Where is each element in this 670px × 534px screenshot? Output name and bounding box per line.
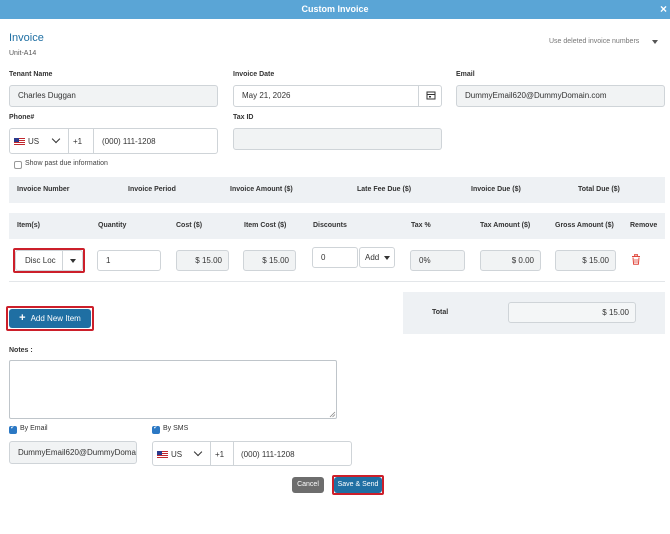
col-invoice-amount: Invoice Amount ($) xyxy=(230,186,293,193)
us-flag-icon xyxy=(157,451,168,458)
col-invoice-number: Invoice Number xyxy=(17,186,70,193)
invoice-heading: Invoice xyxy=(9,32,44,44)
use-deleted-invoice-numbers[interactable]: Use deleted invoice numbers xyxy=(549,38,639,45)
gross-amount-field: $ 15.00 xyxy=(555,250,616,271)
modal-titlebar: Custom Invoice × xyxy=(0,0,670,19)
by-email-label: By Email xyxy=(20,425,48,432)
discount-mode-select[interactable]: Add xyxy=(359,247,395,268)
items-table-header: Item(s) Quantity Cost ($) Item Cost ($) … xyxy=(9,213,665,239)
past-due-checkbox[interactable] xyxy=(14,161,22,169)
past-due-label: Show past due information xyxy=(25,160,108,167)
total-field: $ 15.00 xyxy=(508,302,636,323)
email-label: Email xyxy=(456,71,475,78)
invoice-date-label: Invoice Date xyxy=(233,71,275,78)
by-email-checkbox[interactable] xyxy=(9,423,17,434)
calendar-icon xyxy=(426,91,436,100)
sms-number[interactable]: (000) 111-1208 xyxy=(241,445,295,465)
sms-divider xyxy=(233,442,234,465)
col-quantity: Quantity xyxy=(98,222,127,229)
sms-code: +1 xyxy=(215,450,225,459)
email-field[interactable]: DummyEmail620@DummyDomain.com xyxy=(456,85,665,107)
tax-id-field[interactable] xyxy=(233,128,442,150)
by-sms-label: By SMS xyxy=(163,425,189,432)
tenant-name-label: Tenant Name xyxy=(9,71,53,78)
discount-field[interactable]: 0 xyxy=(312,247,358,268)
send-email-field[interactable]: DummyEmail620@DummyDomain.com xyxy=(9,441,137,464)
col-invoice-due: Invoice Due ($) xyxy=(471,186,521,193)
col-late-fee: Late Fee Due ($) xyxy=(357,186,412,193)
resize-handle-icon[interactable] xyxy=(329,411,336,418)
quantity-field[interactable]: 1 xyxy=(97,250,161,271)
item-select-value: Disc Loc xyxy=(25,256,56,265)
notes-label: Notes : xyxy=(9,347,33,354)
item-select[interactable]: Disc Loc xyxy=(15,250,83,271)
add-new-item-label: Add New Item xyxy=(30,314,81,323)
total-label: Total xyxy=(432,309,449,316)
chevron-down-icon[interactable] xyxy=(193,447,203,457)
sms-divider xyxy=(210,442,211,465)
tax-id-label: Tax ID xyxy=(233,114,254,121)
col-item-cost: Item Cost ($) xyxy=(244,222,287,229)
col-gross-amount: Gross Amount ($) xyxy=(555,222,614,229)
add-new-item-button[interactable]: + Add New Item xyxy=(9,309,91,328)
col-total-due: Total Due ($) xyxy=(578,186,620,193)
phone-divider xyxy=(68,129,69,153)
summary-table-header: Invoice Number Invoice Period Invoice Am… xyxy=(9,177,665,203)
unit-label: Unit-A14 xyxy=(9,50,37,57)
phone-field[interactable]: US +1 (000) 111-1208 xyxy=(9,128,218,154)
col-invoice-period: Invoice Period xyxy=(128,186,176,193)
close-icon[interactable]: × xyxy=(660,2,667,16)
phone-number[interactable]: (000) 111-1208 xyxy=(102,132,156,152)
col-remove: Remove xyxy=(630,222,658,229)
col-tax-amount: Tax Amount ($) xyxy=(480,222,531,229)
caret-down-icon[interactable] xyxy=(70,259,76,263)
col-cost: Cost ($) xyxy=(176,222,203,229)
invoice-date-field[interactable]: May 21, 2026 xyxy=(233,85,419,107)
us-flag-icon xyxy=(14,138,25,145)
plus-icon: + xyxy=(19,312,26,324)
tax-amount-field: $ 0.00 xyxy=(480,250,541,271)
col-tax-pct: Tax % xyxy=(411,222,431,229)
phone-divider xyxy=(93,129,94,153)
modal-title: Custom Invoice xyxy=(301,4,369,14)
calendar-button[interactable] xyxy=(418,85,442,107)
col-discounts: Discounts xyxy=(313,222,347,229)
chevron-down-icon[interactable] xyxy=(51,134,61,144)
chevron-down-icon[interactable] xyxy=(652,40,658,44)
discount-mode-value: Add xyxy=(365,253,380,262)
tenant-name-field[interactable]: Charles Duggan xyxy=(9,85,218,107)
send-sms-field[interactable]: US +1 (000) 111-1208 xyxy=(152,441,352,466)
cost-field[interactable]: $ 15.00 xyxy=(176,250,229,271)
phone-label: Phone# xyxy=(9,114,35,121)
save-send-button[interactable]: Save & Send xyxy=(334,477,382,493)
trash-icon[interactable] xyxy=(631,254,641,265)
item-select-divider xyxy=(62,251,63,270)
sms-country[interactable]: US xyxy=(171,445,182,465)
col-items: Item(s) xyxy=(17,222,40,229)
caret-down-icon[interactable] xyxy=(384,256,390,260)
item-cost-field: $ 15.00 xyxy=(243,250,296,271)
by-sms-checkbox[interactable] xyxy=(152,423,160,434)
notes-textarea[interactable] xyxy=(9,360,337,419)
tax-pct-field[interactable]: 0% xyxy=(410,250,465,271)
phone-country[interactable]: US xyxy=(28,132,39,152)
phone-code: +1 xyxy=(73,137,83,146)
cancel-button[interactable]: Cancel xyxy=(292,477,324,493)
